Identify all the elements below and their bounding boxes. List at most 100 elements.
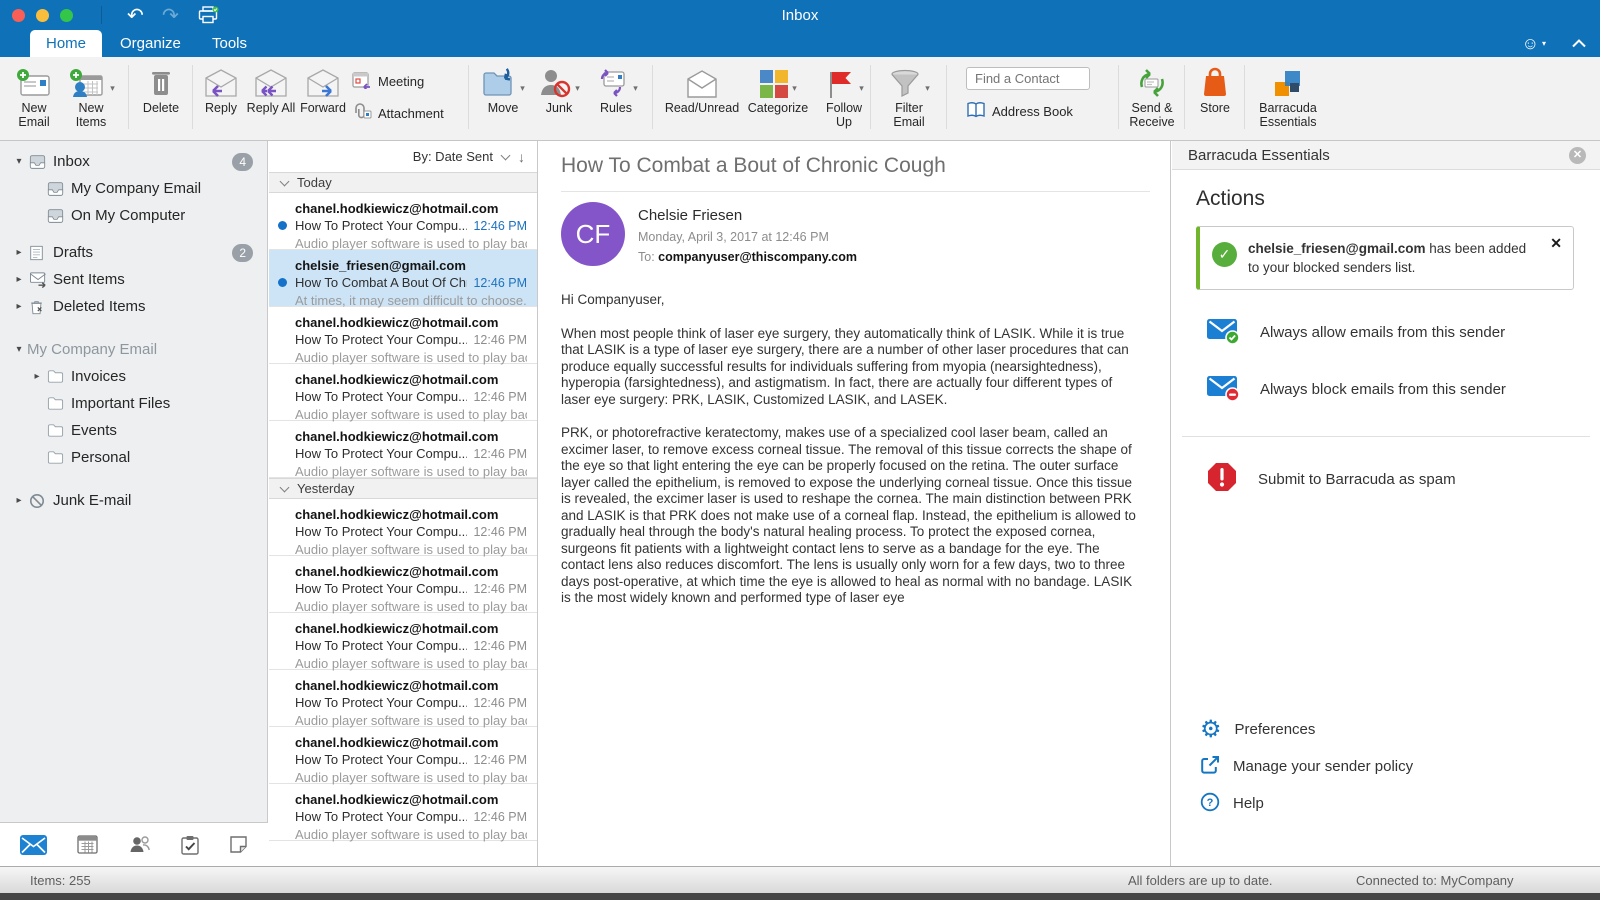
expand-down-icon[interactable]: ▾	[13, 344, 25, 355]
sidebar-item-events[interactable]: Events	[0, 417, 267, 444]
store-button[interactable]: Store	[1190, 63, 1240, 115]
categorize-button[interactable]: ▾ Categorize	[742, 63, 814, 115]
sidebar-item-personal[interactable]: Personal	[0, 444, 267, 471]
message-list-item[interactable]: chanel.hodkiewicz@hotmail.comHow To Prot…	[269, 556, 537, 613]
expand-right-icon[interactable]: ▸	[31, 371, 43, 382]
sort-by-chevron-icon[interactable]	[501, 150, 511, 160]
ribbon-label: New Items	[62, 101, 120, 129]
junk-button[interactable]: ▾ Junk	[534, 63, 584, 115]
sidebar-item-on-my-computer[interactable]: On My Computer	[0, 202, 267, 229]
message-sender: chanel.hodkiewicz@hotmail.com	[295, 506, 527, 523]
expand-right-icon[interactable]: ▸	[13, 301, 25, 312]
message-list-item[interactable]: chanel.hodkiewicz@hotmail.comHow To Prot…	[269, 613, 537, 670]
message-list-item[interactable]: chanel.hodkiewicz@hotmail.comHow To Prot…	[269, 307, 537, 364]
tab-home[interactable]: Home	[30, 30, 102, 57]
forward-button[interactable]: Forward	[296, 63, 350, 115]
message-list-item[interactable]: chanel.hodkiewicz@hotmail.comHow To Prot…	[269, 421, 537, 478]
sort-direction-icon[interactable]: ↓	[518, 149, 525, 165]
always-block-action[interactable]: Always block emails from this sender	[1206, 373, 1600, 406]
message-list-item[interactable]: chanel.hodkiewicz@hotmail.comHow To Prot…	[269, 193, 537, 250]
follow-up-icon: ▾	[820, 63, 868, 101]
action-label: Always block emails from this sender	[1260, 381, 1506, 398]
tasks-module-icon[interactable]	[181, 835, 199, 855]
message-list-item[interactable]: chanel.hodkiewicz@hotmail.comHow To Prot…	[269, 499, 537, 556]
sidebar-item-junk-e-mail[interactable]: ▸Junk E-mail	[0, 487, 267, 514]
new-items-button[interactable]: ▾ New Items	[62, 63, 120, 129]
unread-dot-icon	[278, 221, 287, 230]
sidebar-item-inbox[interactable]: ▾Inbox4	[0, 148, 267, 175]
move-icon: ▾	[476, 63, 530, 101]
ribbon-label: Barracuda Essentials	[1252, 101, 1324, 129]
notes-module-icon[interactable]	[229, 835, 248, 854]
calendar-module-icon[interactable]	[77, 835, 98, 854]
sort-by-control[interactable]: By: Date Sent	[413, 149, 493, 164]
mail-module-icon[interactable]	[20, 835, 47, 855]
message-list-item[interactable]: chanel.hodkiewicz@hotmail.comHow To Prot…	[269, 670, 537, 727]
find-contact-input[interactable]	[966, 67, 1090, 90]
ribbon-label: Delete	[136, 101, 186, 115]
notification-close-icon[interactable]: ✕	[1550, 234, 1562, 253]
meeting-button[interactable]: Meeting	[352, 71, 424, 92]
collapse-group-icon	[280, 482, 290, 492]
ribbon-label: New Email	[8, 101, 60, 129]
panel-close-icon[interactable]: ✕	[1569, 147, 1586, 164]
expand-right-icon[interactable]: ▸	[13, 247, 25, 258]
sidebar-item-sent-items[interactable]: ▸Sent Items	[0, 266, 267, 293]
expand-right-icon[interactable]: ▸	[13, 274, 25, 285]
sidebar-item-important-files[interactable]: Important Files	[0, 390, 267, 417]
sidebar-item-invoices[interactable]: ▸Invoices	[0, 363, 267, 390]
delete-button[interactable]: Delete	[136, 63, 186, 115]
submit-spam-action[interactable]: Submit to Barracuda as spam	[1206, 461, 1600, 497]
unread-count-badge: 2	[232, 244, 253, 262]
attachment-button[interactable]: Attachment	[352, 103, 444, 124]
help-link[interactable]: ? Help	[1200, 785, 1413, 822]
message-subject: How To Protect Your Compu...	[295, 388, 467, 405]
message-list-item[interactable]: chanel.hodkiewicz@hotmail.comHow To Prot…	[269, 364, 537, 421]
follow-up-button[interactable]: ▾ Follow Up	[820, 63, 868, 129]
tab-organize[interactable]: Organize	[104, 30, 197, 57]
message-list-item[interactable]: chanel.hodkiewicz@hotmail.comHow To Prot…	[269, 727, 537, 784]
tab-tools[interactable]: Tools	[196, 30, 263, 57]
read-unread-button[interactable]: Read/Unread	[660, 63, 744, 115]
expand-right-icon[interactable]: ▸	[13, 495, 25, 506]
message-sender: chanel.hodkiewicz@hotmail.com	[295, 677, 527, 694]
reply-button[interactable]: Reply	[198, 63, 244, 115]
message-group-header-today[interactable]: Today	[269, 172, 537, 193]
message-time: 12:46 PM	[473, 524, 527, 541]
expand-down-icon[interactable]: ▾	[13, 156, 25, 167]
sidebar-item-my-company-email[interactable]: My Company Email	[0, 175, 267, 202]
message-group-header-yesterday[interactable]: Yesterday	[269, 478, 537, 499]
message-subject: How To Protect Your Compu...	[295, 331, 467, 348]
message-subject: How To Protect Your Compu...	[295, 751, 467, 768]
sidebar-item-deleted-items[interactable]: ▸Deleted Items	[0, 293, 267, 320]
store-icon	[1190, 63, 1240, 101]
filter-email-button[interactable]: ▾ Filter Email	[880, 63, 938, 129]
address-book-button[interactable]: Address Book	[966, 101, 1073, 121]
gear-icon: ⚙	[1200, 720, 1222, 740]
send-receive-button[interactable]: Send & Receive	[1124, 63, 1180, 129]
sidebar-item-drafts[interactable]: ▸Drafts2	[0, 239, 267, 266]
message-list-item[interactable]: chelsie_friesen@gmail.comHow To Combat A…	[269, 250, 537, 307]
email-body-paragraph: When most people think of laser eye surg…	[561, 326, 1143, 409]
rules-button[interactable]: ▾ Rules	[588, 63, 644, 115]
message-list-item[interactable]: chanel.hodkiewicz@hotmail.comHow To Prot…	[269, 784, 537, 841]
ribbon-label: Attachment	[378, 106, 444, 121]
message-subject: How To Protect Your Compu...	[295, 808, 467, 825]
barracuda-essentials-icon	[1252, 63, 1324, 101]
divider	[1182, 436, 1590, 437]
always-allow-action[interactable]: Always allow emails from this sender	[1206, 316, 1600, 349]
new-email-button[interactable]: New Email	[8, 63, 60, 129]
message-subject: How To Protect Your Compu...	[295, 637, 467, 654]
feedback-smiley-icon[interactable]: ☺▾	[1522, 34, 1546, 54]
sidebar-item-my-company-email[interactable]: ▾My Company Email	[0, 336, 267, 363]
barracuda-essentials-button[interactable]: Barracuda Essentials	[1252, 63, 1324, 129]
preferences-link[interactable]: ⚙ Preferences	[1200, 711, 1413, 748]
junk-e-mail-folder-icon	[29, 493, 51, 509]
message-sender: chanel.hodkiewicz@hotmail.com	[295, 620, 527, 637]
manage-sender-policy-link[interactable]: Manage your sender policy	[1200, 748, 1413, 785]
collapse-ribbon-icon[interactable]	[1572, 35, 1586, 53]
reply-all-button[interactable]: Reply All	[246, 63, 296, 115]
people-module-icon[interactable]	[128, 835, 152, 854]
move-button[interactable]: ▾ Move	[476, 63, 530, 115]
ribbon-label: Reply	[198, 101, 244, 115]
